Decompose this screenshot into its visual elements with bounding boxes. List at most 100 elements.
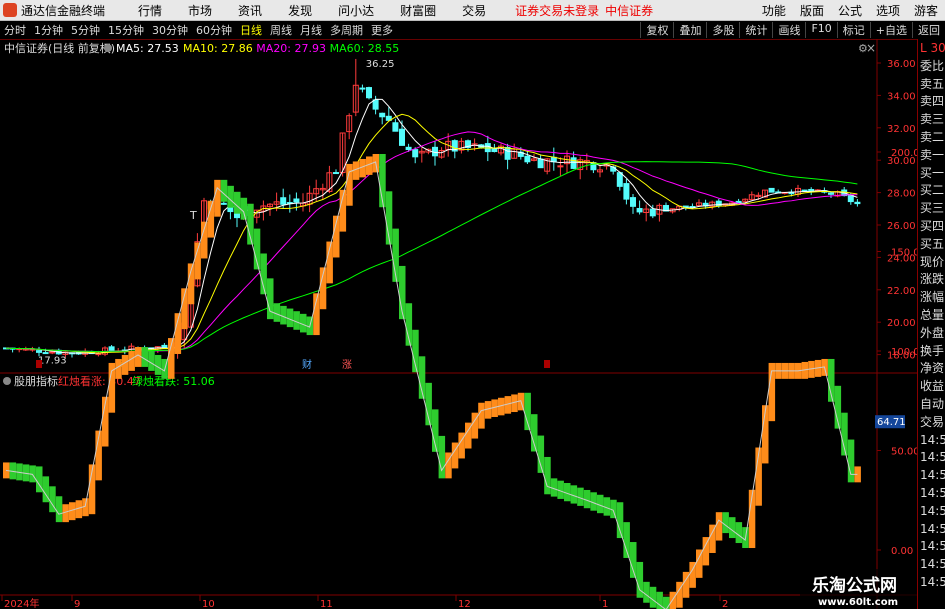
tool-button-3[interactable]: 统计 xyxy=(739,22,772,38)
indicator-bar xyxy=(847,439,855,483)
indicator-bar xyxy=(544,456,551,495)
tool-button-8[interactable]: 返回 xyxy=(912,22,945,38)
ma-label-0: MA5: 27.53 xyxy=(116,42,179,55)
event-dot[interactable] xyxy=(544,360,550,368)
candlesticks xyxy=(3,58,861,359)
dropdown-icon[interactable] xyxy=(104,44,112,52)
tool-button-2[interactable]: 多股 xyxy=(706,22,739,38)
quote-label-12: 现价 xyxy=(920,254,945,269)
tool-button-4[interactable]: 画线 xyxy=(772,22,805,38)
menu-item-1[interactable]: 市场 xyxy=(188,4,212,18)
indicator-bar xyxy=(234,191,241,214)
menu-item-4[interactable]: 问小达 xyxy=(338,4,374,18)
quote-label-7: 买一 xyxy=(920,165,945,180)
quote-label-24: 14:56 xyxy=(920,468,945,483)
quote-label-25: 14:56 xyxy=(920,485,945,500)
tool-button-6[interactable]: 标记 xyxy=(836,22,870,38)
price-label: 22.00 xyxy=(887,286,916,297)
quote-label-23: 14:56 xyxy=(920,450,945,465)
red-candle-label: 红烛看涨: 30.47 xyxy=(58,374,141,388)
event-marker-1[interactable]: 财 xyxy=(302,358,312,371)
close-icon[interactable]: × xyxy=(866,41,876,55)
indicator-bar xyxy=(715,512,723,541)
main-header: 中信证券(日线 前复权) MA5: 27.53 MA10: 27.86 MA20: 2… xyxy=(4,41,876,55)
quote-label-18: 净资 xyxy=(920,361,945,376)
quote-label-1: 委比 xyxy=(920,58,945,73)
menu-item-2[interactable]: 资讯 xyxy=(238,4,262,18)
login-warning[interactable]: 证券交易未登录 xyxy=(515,2,599,19)
event-dot[interactable] xyxy=(36,360,42,368)
menu-item-0[interactable]: 行情 xyxy=(138,4,162,18)
price-label: 32.00 xyxy=(887,124,916,135)
title-right-item-3[interactable]: 选项 xyxy=(876,2,900,19)
event-marker-2[interactable]: 涨 xyxy=(342,359,352,371)
menu-item-3[interactable]: 发现 xyxy=(288,4,312,18)
indicator-bar xyxy=(735,522,743,544)
candle-body xyxy=(333,172,339,175)
indicator-bar xyxy=(630,542,637,578)
candle-body xyxy=(372,99,379,110)
title-right-item-1[interactable]: 版面 xyxy=(800,2,824,19)
quote-label-8: 买二 xyxy=(920,183,945,198)
quote-label-26: 14:56 xyxy=(920,503,945,518)
timeframe-tab-8[interactable]: 月线 xyxy=(300,24,322,37)
indicator-bar xyxy=(141,347,149,367)
chart-area[interactable]: 中信证券(日线 前复权) MA5: 27.53 MA10: 27.86 MA20: 2… xyxy=(0,39,917,609)
title-right-item-2[interactable]: 公式 xyxy=(838,2,862,19)
indicator-axis: 200.0 150.0 100.0 50.00 0.00 xyxy=(877,148,917,557)
timeframe-tab-0[interactable]: 分时 xyxy=(4,24,26,37)
price-label: 20.00 xyxy=(887,318,916,329)
indicator-bar xyxy=(128,351,135,371)
indicator-name[interactable]: 股朋指标 xyxy=(14,374,58,388)
title-right-item-0[interactable]: 功能 xyxy=(762,2,786,19)
candle-body xyxy=(616,172,623,187)
timeframe-tab-6[interactable]: 日线 xyxy=(240,24,262,37)
quote-label-29: 14:56 xyxy=(920,557,945,572)
menu-item-5[interactable]: 财富圈 xyxy=(400,4,436,18)
timeframe-tab-3[interactable]: 15分钟 xyxy=(108,24,144,37)
quote-label-27: 14:56 xyxy=(920,521,945,536)
quote-label-17: 换手 xyxy=(920,343,945,358)
candle-body xyxy=(366,87,372,99)
candle-body xyxy=(801,189,808,192)
timeframe-tab-9[interactable]: 多周期 xyxy=(330,24,363,37)
indicator-bar xyxy=(227,185,234,208)
quote-label-9: 买三 xyxy=(920,201,945,216)
timeframe-tab-10[interactable]: 更多 xyxy=(371,24,393,37)
candle-body xyxy=(504,146,511,160)
indicator-bar xyxy=(722,512,729,534)
timeframe-tab-7[interactable]: 周线 xyxy=(270,24,292,37)
timeframe-tab-5[interactable]: 60分钟 xyxy=(196,24,232,37)
quote-panel: L 300 委比卖五卖四卖三卖二卖一买一买二买三买四买五现价涨跌涨幅总量外盘换手净… xyxy=(917,39,945,609)
date-label-0: 2024年 xyxy=(4,597,39,609)
date-label-5: 1 xyxy=(602,599,608,609)
price-label: 34.00 xyxy=(887,91,916,102)
quote-label-30: 14:56 xyxy=(920,574,945,589)
tool-button-7[interactable]: +自选 xyxy=(869,22,912,38)
tool-button-5[interactable]: F10 xyxy=(805,22,836,38)
title-bar: 通达信金融终端 行情 市场 资讯 发现 问小达 财富圈 交易 证券交易未登录 中信证券 功能… xyxy=(0,0,945,21)
candle-body xyxy=(293,198,300,203)
candle-body xyxy=(630,197,636,207)
ma-line-10 xyxy=(5,113,858,354)
timeframe-tab-1[interactable]: 1分钟 xyxy=(34,24,63,37)
indicator-bar xyxy=(729,517,736,539)
date-label-4: 12 xyxy=(458,599,471,609)
indicator-bar xyxy=(220,179,228,202)
ma-label-1: MA10: 27.86 xyxy=(183,42,253,55)
tool-button-1[interactable]: 叠加 xyxy=(673,22,706,38)
stock-title[interactable]: 中信证券(日线 前复权) xyxy=(4,41,115,55)
timeframe-tab-2[interactable]: 5分钟 xyxy=(71,24,100,37)
indicator-bar xyxy=(649,586,657,608)
menu-item-6[interactable]: 交易 xyxy=(462,4,486,18)
quote-label-14: 涨幅 xyxy=(920,290,945,305)
indicator-dropdown-icon[interactable] xyxy=(3,377,11,385)
indicator-bar xyxy=(669,591,677,609)
guest-user[interactable]: 游客 xyxy=(914,2,938,19)
broker-name[interactable]: 中信证券 xyxy=(605,2,653,19)
timeframe-tab-4[interactable]: 30分钟 xyxy=(152,24,188,37)
quote-label-2: 卖五 xyxy=(920,76,945,91)
indicator-bar xyxy=(663,596,670,609)
candle-body xyxy=(623,183,630,200)
tool-button-0[interactable]: 复权 xyxy=(640,22,673,38)
